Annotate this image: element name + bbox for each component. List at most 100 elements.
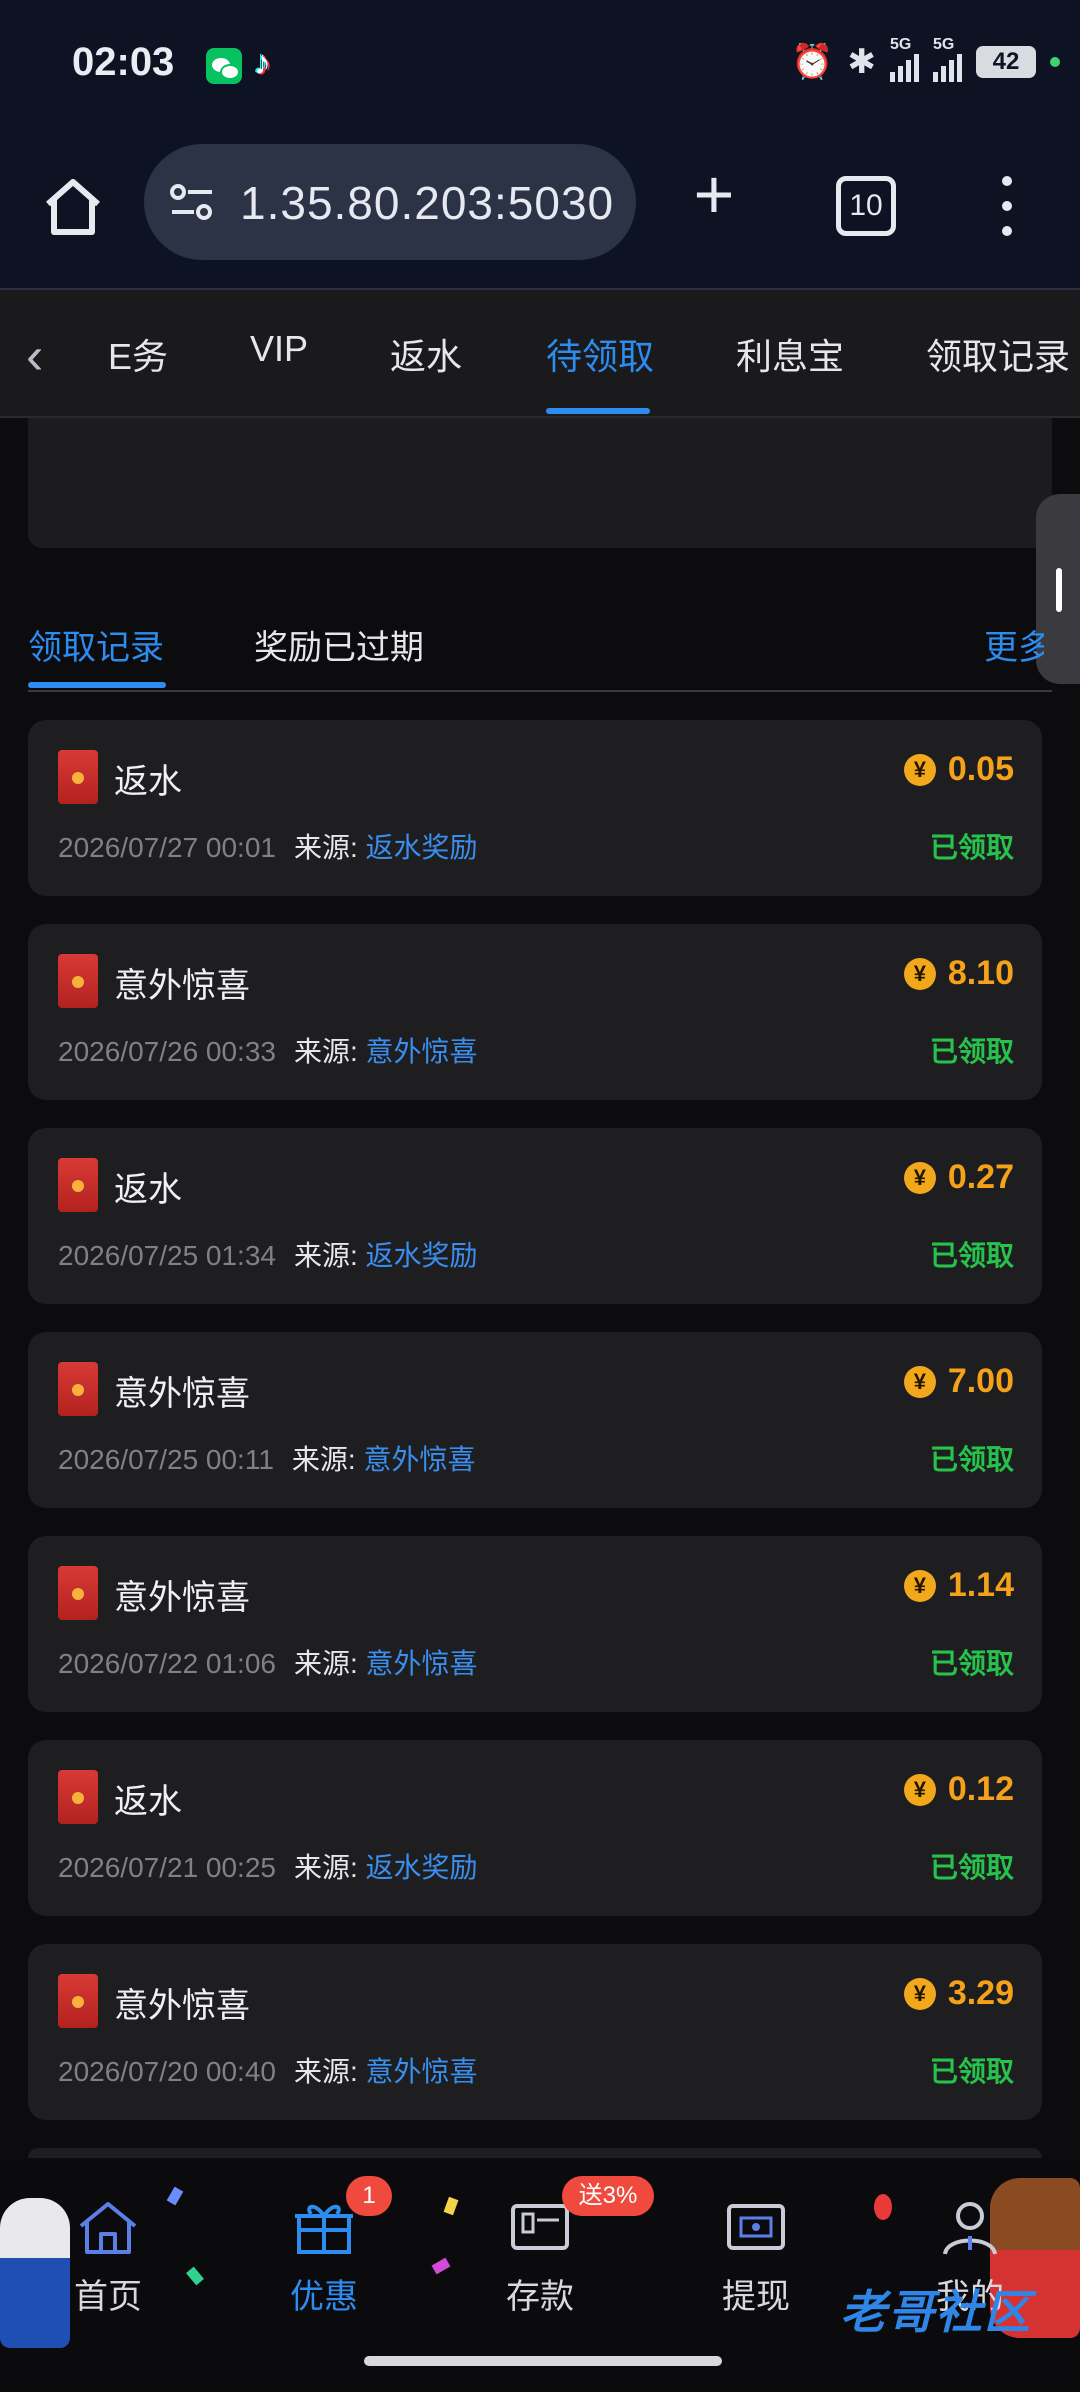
source-label: 来源:: [293, 1240, 358, 1271]
amount-group: ¥3.29: [903, 1974, 1014, 2013]
red-envelope-icon: [58, 1770, 98, 1824]
source-label: 来源:: [293, 2056, 358, 2087]
home-icon: [79, 2202, 137, 2254]
signal-label: 5G: [890, 36, 912, 53]
source-label: 来源:: [291, 1444, 356, 1475]
red-envelope-icon: [58, 1566, 98, 1620]
active-tab-indicator: [546, 408, 650, 414]
record-title: 意外惊喜: [114, 1375, 250, 1413]
user-icon: [943, 2202, 997, 2255]
status-bar: 02:03 ♪ ⏰ ✱ 5G 5G 42: [0, 0, 1080, 140]
summary-card: [28, 418, 1052, 548]
tab-interest[interactable]: 利息宝: [736, 328, 844, 380]
coin-icon: ¥: [903, 1569, 936, 1602]
more-link[interactable]: 更多: [984, 620, 1044, 669]
record-status: 已领取: [929, 1444, 1014, 1475]
amount-group: ¥0.05: [903, 750, 1014, 789]
record-source: 意外惊喜: [365, 2056, 478, 2087]
home-indicator[interactable]: [364, 2356, 722, 2366]
coin-icon: ¥: [903, 957, 936, 990]
new-tab-button[interactable]: +: [684, 159, 744, 229]
record-status: 已领取: [929, 1240, 1014, 1271]
record-source: 返水奖励: [365, 1240, 478, 1271]
record-status: 已领取: [929, 1852, 1014, 1883]
tab-pending[interactable]: 待领取: [546, 328, 654, 380]
watermark-logo: 老哥社区: [840, 2286, 1032, 2338]
address-bar[interactable]: 1.35.80.203:5030: [144, 144, 636, 260]
site-settings-icon[interactable]: [168, 182, 216, 222]
record-source: 返水奖励: [365, 832, 478, 863]
gift-icon: [295, 2204, 353, 2254]
signal-5g-icon: 5G: [933, 36, 962, 82]
record-item[interactable]: 返水 2026/07/21 00:25 来源: 返水奖励 ¥0.12 已领取: [28, 1740, 1042, 1916]
privacy-dot-icon: [1050, 57, 1060, 67]
record-item[interactable]: 意外惊喜 2026/07/26 00:33 来源: 意外惊喜 ¥8.10 已领取: [28, 924, 1042, 1100]
top-nav: ‹ E务 VIP 返水 待领取 利息宝 领取记录: [0, 290, 1080, 418]
source-label: 来源:: [293, 1648, 358, 1679]
record-meta: 2026/07/25 00:11 来源: 意外惊喜: [58, 1438, 475, 1478]
amount-group: ¥0.27: [903, 1158, 1014, 1197]
record-amount: 7.00: [947, 1362, 1014, 1400]
home-icon[interactable]: [38, 172, 108, 242]
record-date: 2026/07/20 00:40: [58, 2056, 276, 2087]
amount-group: ¥7.00: [903, 1362, 1014, 1401]
record-item[interactable]: 返水 2026/07/27 00:01 来源: 返水奖励 ¥0.05 已领取: [28, 720, 1042, 896]
promotions-badge: 1: [346, 2176, 392, 2216]
record-item[interactable]: 返水 2026/07/25 01:34 来源: 返水奖励 ¥0.27 已领取: [28, 1128, 1042, 1304]
record-title: 意外惊喜: [114, 967, 250, 1005]
signal-5g-icon: 5G: [890, 36, 919, 82]
record-amount: 0.05: [947, 750, 1014, 788]
record-meta: 2026/07/26 00:33 来源: 意外惊喜: [58, 1030, 478, 1070]
status-time: 02:03: [72, 40, 175, 84]
record-item[interactable]: 意外惊喜 2026/07/20 00:40 来源: 意外惊喜 ¥3.29 已领取: [28, 1944, 1042, 2120]
record-amount: 0.27: [947, 1158, 1014, 1196]
subtab-claim-records[interactable]: 领取记录: [28, 620, 164, 669]
tab-switcher-button[interactable]: 10: [836, 176, 896, 236]
wechat-icon: [206, 48, 242, 84]
record-date: 2026/07/25 00:11: [58, 1444, 274, 1475]
record-amount: 0.12: [947, 1770, 1014, 1808]
url-text: 1.35.80.203:5030: [240, 177, 615, 229]
record-amount: 1.14: [947, 1566, 1014, 1604]
subtab-expired[interactable]: 奖励已过期: [254, 620, 424, 669]
record-source: 意外惊喜: [365, 1648, 478, 1679]
chevron-left-icon[interactable]: ‹: [26, 326, 43, 386]
amount-group: ¥8.10: [903, 954, 1014, 993]
coin-icon: ¥: [903, 1773, 936, 1806]
record-item[interactable]: 意外惊喜 2026/07/22 01:06 来源: 意外惊喜 ¥1.14 已领取: [28, 1536, 1042, 1712]
deposit-bonus-badge: 送3%: [562, 2176, 654, 2216]
tab-rebate[interactable]: 返水: [390, 328, 462, 380]
record-date: 2026/07/26 00:33: [58, 1036, 276, 1067]
tab-claim-history[interactable]: 领取记录: [926, 328, 1070, 380]
record-item[interactable]: 意外惊喜 2026/07/25 00:11 来源: 意外惊喜 ¥7.00 已领取: [28, 1332, 1042, 1508]
record-amount: 8.10: [947, 954, 1014, 992]
record-date: 2026/07/27 00:01: [58, 832, 276, 863]
sub-tabs: 领取记录 奖励已过期 更多: [0, 600, 1080, 692]
source-label: 来源:: [293, 1852, 358, 1883]
red-envelope-icon: [58, 1158, 98, 1212]
nav-promotions-label: 优惠: [290, 2278, 358, 2316]
status-icons: ⏰ ✱ 5G 5G 42: [791, 36, 1060, 82]
browser-toolbar: 1.35.80.203:5030 + 10: [0, 140, 1080, 290]
confetti-icon: [186, 2266, 204, 2286]
wallet-icon: [511, 2204, 569, 2250]
source-label: 来源:: [293, 832, 358, 863]
battery-icon: 42: [976, 46, 1036, 78]
records-list: 返水 2026/07/27 00:01 来源: 返水奖励 ¥0.05 已领取 意外…: [28, 720, 1042, 2196]
bluetooth-icon: ✱: [847, 43, 877, 81]
balloon-icon: [874, 2194, 892, 2220]
tiktok-icon: ♪: [254, 44, 271, 82]
amount-group: ¥0.12: [903, 1770, 1014, 1809]
nav-home[interactable]: 首页: [38, 2196, 178, 2318]
record-status: 已领取: [929, 832, 1014, 863]
red-envelope-icon: [58, 750, 98, 804]
record-meta: 2026/07/21 00:25 来源: 返水奖励: [58, 1846, 478, 1886]
coin-icon: ¥: [903, 1365, 936, 1398]
tab-tasks[interactable]: E务: [108, 328, 168, 380]
record-source: 返水奖励: [365, 1852, 478, 1883]
nav-withdraw[interactable]: 提现: [686, 2196, 826, 2318]
record-title: 返水: [114, 1783, 182, 1821]
browser-menu-button[interactable]: [992, 176, 1022, 236]
tab-vip[interactable]: VIP: [250, 328, 308, 370]
signal-label: 5G: [933, 36, 955, 53]
